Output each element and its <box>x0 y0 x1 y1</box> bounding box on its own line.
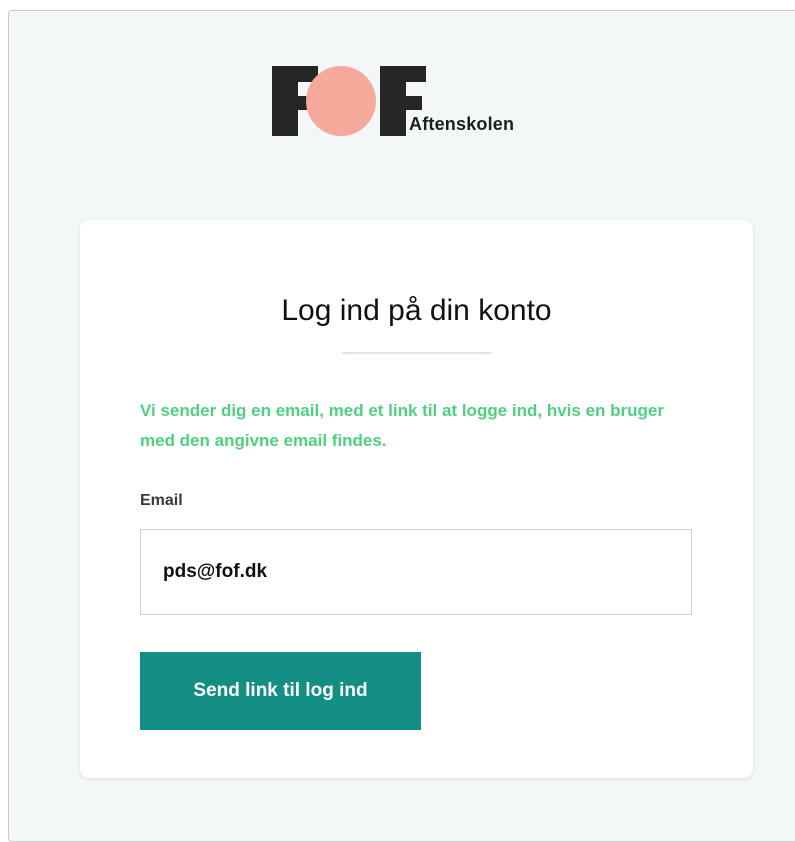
status-message: Vi sender dig en email, med et link til … <box>140 401 664 450</box>
email-label: Email <box>140 492 183 509</box>
title-divider <box>342 352 492 354</box>
page-title: Log ind på din konto <box>281 294 552 328</box>
send-login-link-button[interactable]: Send link til log ind <box>140 652 421 730</box>
logo-circle-o <box>306 66 376 136</box>
logo-letter-f-left <box>272 66 318 136</box>
email-field[interactable] <box>140 529 692 615</box>
brand-logo: Aftenskolen <box>272 66 572 138</box>
login-card: Log ind på din konto Vi sender dig en em… <box>80 220 753 778</box>
logo-letter-f-right <box>380 66 426 136</box>
logo-subtitle: Aftenskolen <box>409 114 515 134</box>
